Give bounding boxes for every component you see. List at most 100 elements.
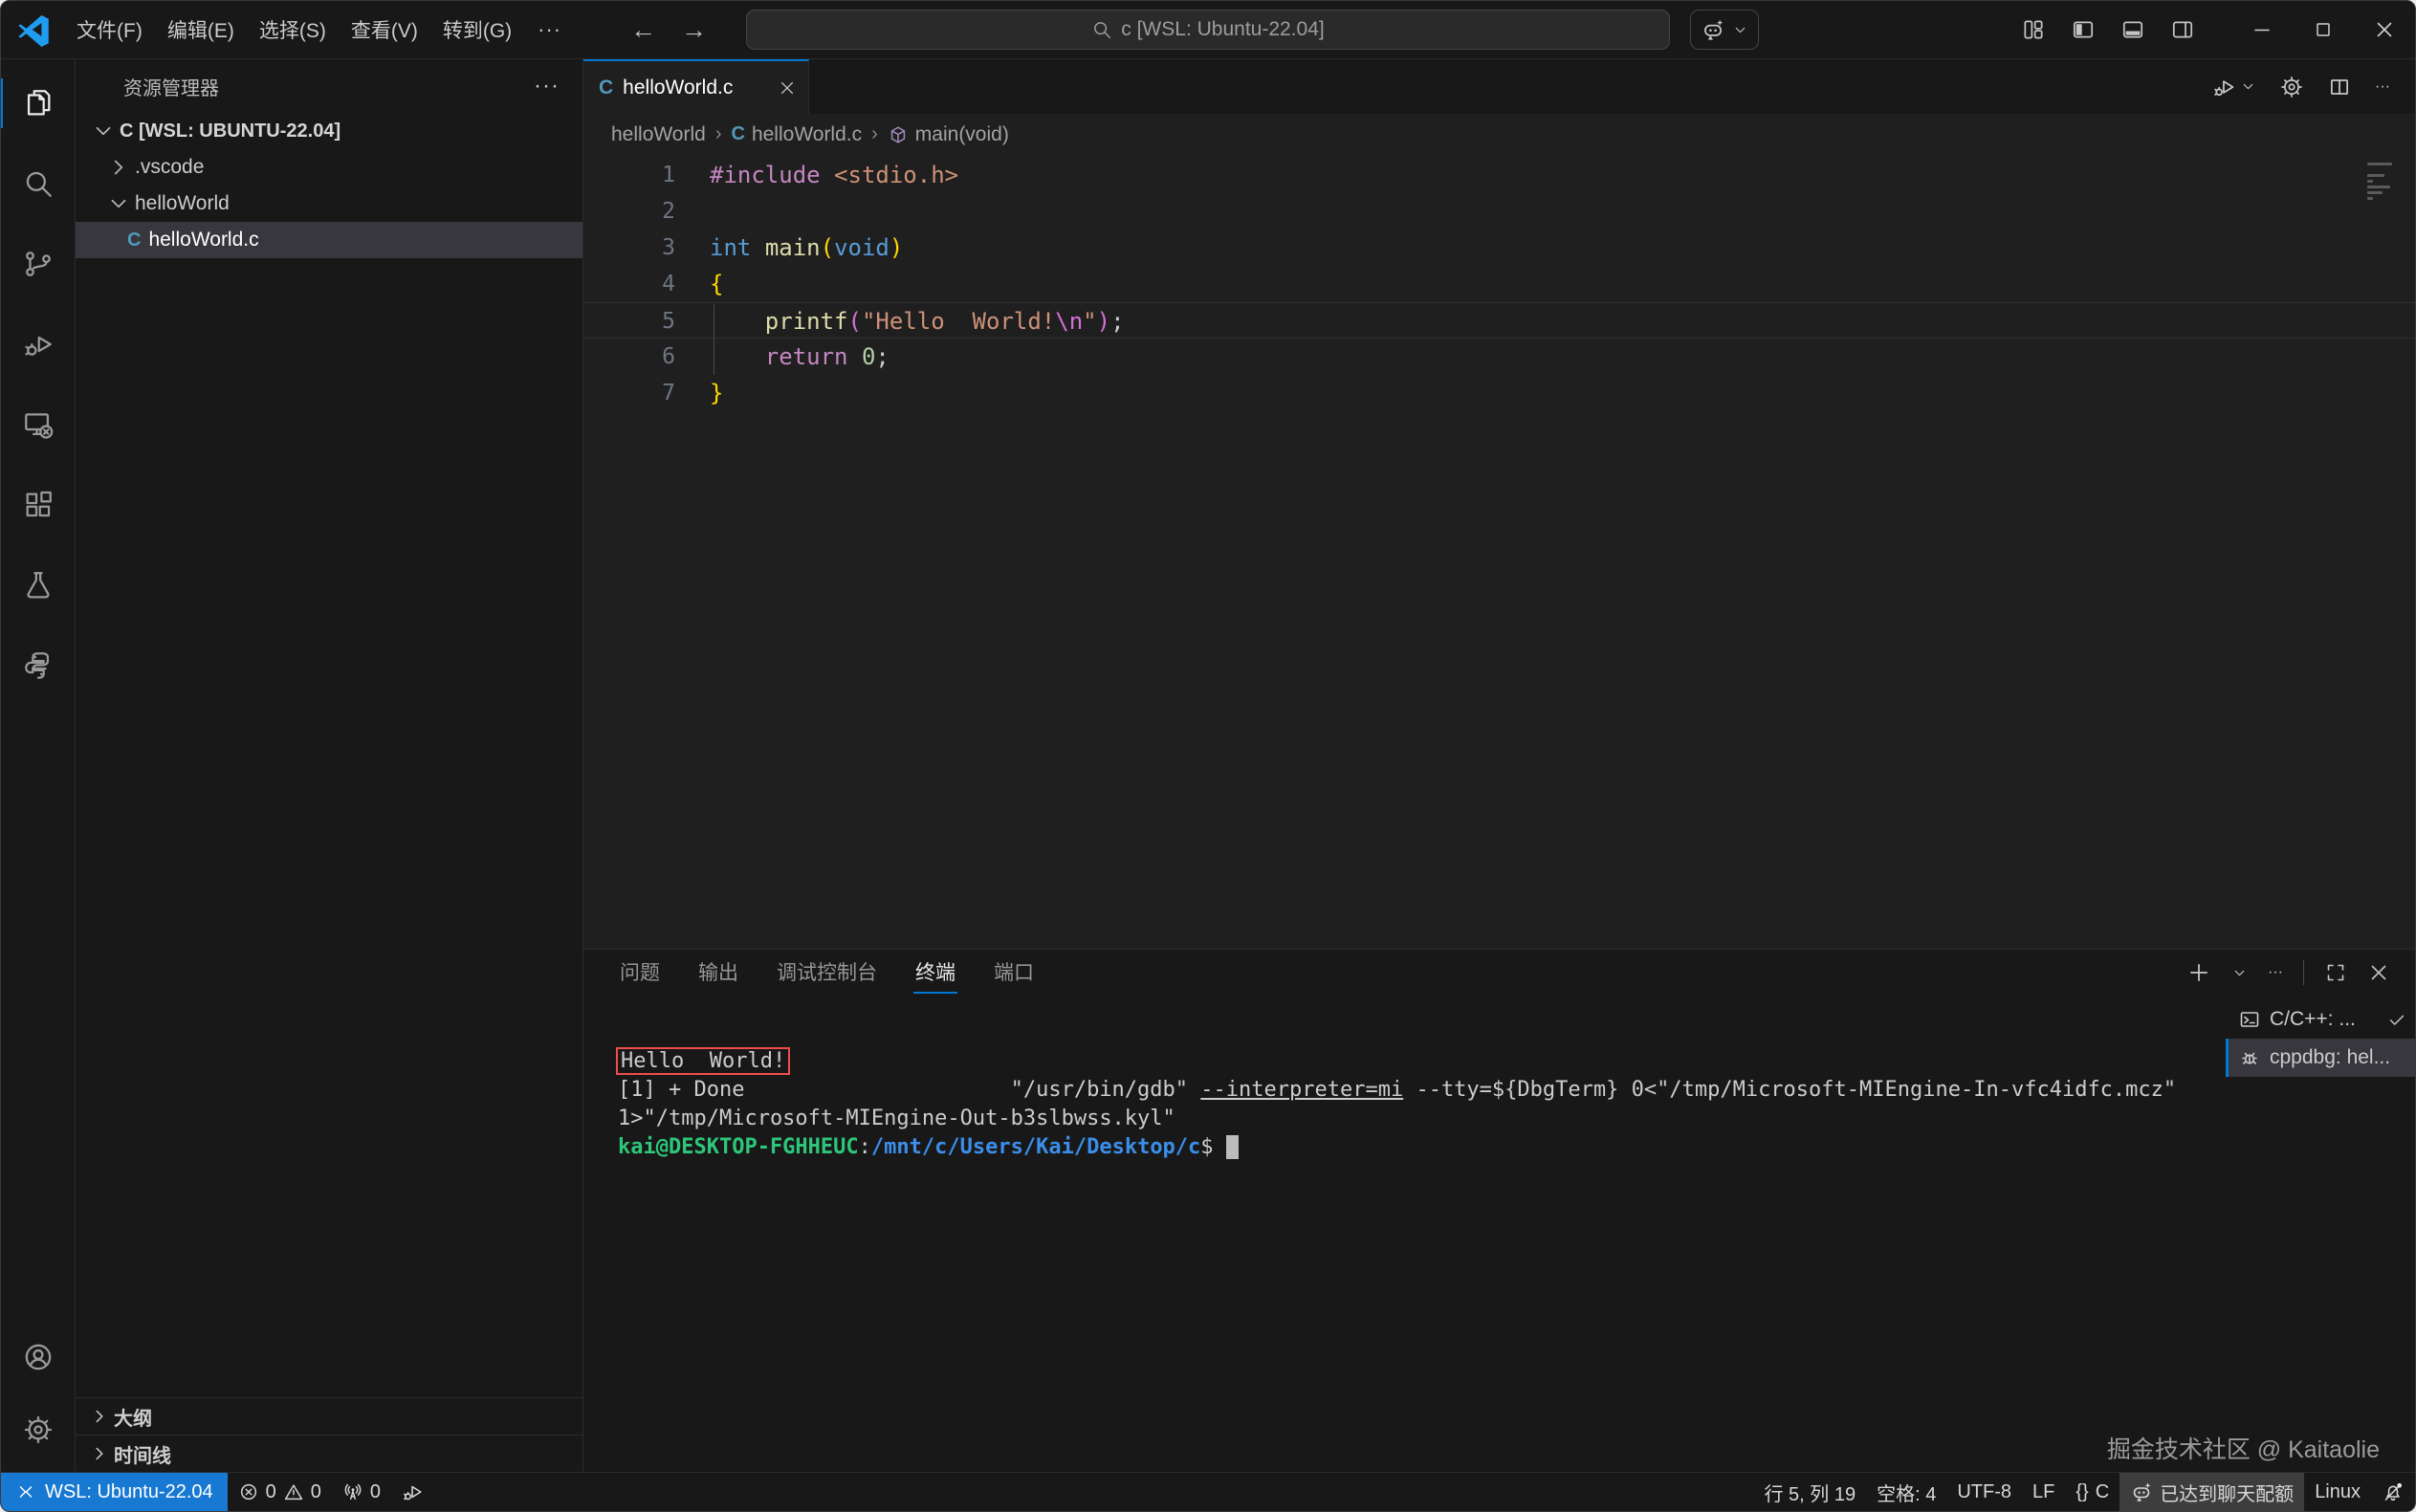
tree-item-c-wsl-ubuntu-22-04-[interactable]: C [WSL: UBUNTU-22.04] [76,113,582,149]
toggle-panel-icon[interactable] [2120,17,2145,42]
gear-icon[interactable] [2279,75,2304,99]
close-tab-icon[interactable] [778,78,797,98]
section-大纲[interactable]: 大纲 [76,1397,582,1435]
activity-source-control[interactable] [1,224,75,304]
code-line-3[interactable]: 3int main(void) [583,230,2415,266]
problems-indicator[interactable]: 0 0 [228,1473,332,1511]
forward-icon[interactable]: → [681,15,707,45]
terminal-dropdown-icon[interactable] [2231,965,2248,981]
eol[interactable]: LF [2022,1473,2065,1511]
copilot-status-button[interactable] [1690,10,1759,50]
section-label: 大纲 [114,1403,152,1431]
terminal-output[interactable]: Hello World![1] + Done "/usr/bin/gdb" --… [583,996,2226,1472]
remote-indicator[interactable]: WSL: Ubuntu-22.04 [1,1473,228,1511]
code-line-5[interactable]: 5 printf("Hello World!\n"); [583,302,2415,339]
titlebar-right [2021,2,2415,58]
code-line-6[interactable]: 6 return 0; [583,339,2415,375]
panel-tabs: 问题输出调试控制台终端端口 [618,952,1036,994]
token [710,308,765,335]
line-number: 4 [583,266,675,302]
cursor-position[interactable]: 行 5, 列 19 [1754,1473,1867,1511]
back-icon[interactable]: ← [630,15,656,45]
tab-helloworld-c[interactable]: C helloWorld.c [583,59,809,114]
tree-item-label: .vscode [135,156,204,179]
menu-编辑(E)[interactable]: 编辑(E) [155,9,247,51]
minimap[interactable] [2367,163,2396,200]
toggle-secondary-sidebar-icon[interactable] [2170,17,2195,42]
toggle-sidebar-icon[interactable] [2071,17,2096,42]
panel-tab-输出[interactable]: 输出 [696,952,740,994]
section-时间线[interactable]: 时间线 [76,1435,582,1472]
line-number: 7 [583,375,675,411]
run-debug-file-button[interactable] [2212,75,2256,99]
terminal-instance-cppdbg-hel-[interactable]: cppdbg: hel... [2226,1039,2415,1077]
breadcrumb-item[interactable]: main(void) [888,123,1009,146]
menu-文件(F)[interactable]: 文件(F) [64,9,155,51]
code-line-7[interactable]: 7} [583,375,2415,411]
annotation-box: Hello World! [618,1049,788,1073]
menu-查看(V)[interactable]: 查看(V) [339,9,430,51]
notifications[interactable] [2371,1473,2415,1511]
token: void [834,234,890,261]
panel-tab-调试控制台[interactable]: 调试控制台 [775,952,879,994]
debug-indicator[interactable] [391,1473,435,1511]
command-center-search[interactable]: c [WSL: Ubuntu-22.04] [746,10,1670,50]
token: { [710,271,723,297]
customize-layout-icon[interactable] [2021,17,2046,42]
editor-more-actions[interactable]: ··· [2375,78,2390,96]
terminal-instance-C-C-[interactable]: C/C++: ... [2226,1000,2415,1039]
activity-run-debug[interactable] [1,304,75,384]
activity-search[interactable] [1,143,75,224]
activity-files[interactable] [1,63,75,143]
code-line-1[interactable]: 1#include <stdio.h> [583,157,2415,193]
maximize-panel-icon[interactable] [2324,961,2347,984]
menu-选择(S)[interactable]: 选择(S) [247,9,339,51]
close-window-button[interactable] [2354,2,2415,58]
cursor-position-label: 行 5, 列 19 [1765,1479,1856,1506]
breadcrumb-item[interactable]: helloWorld [611,123,706,146]
encoding-label: UTF-8 [1957,1481,2011,1503]
line-number: 2 [583,193,675,230]
menu-overflow-button[interactable]: ··· [524,17,575,42]
tree-item-helloworld[interactable]: helloWorld [76,186,582,222]
encoding[interactable]: UTF-8 [1946,1473,2022,1511]
token [751,234,764,261]
indentation[interactable]: 空格: 4 [1866,1473,1946,1511]
explorer-more-actions[interactable]: ··· [534,73,560,99]
tree-item-helloworld-c[interactable]: ChelloWorld.c [76,222,582,258]
copilot-quota[interactable]: 已达到聊天配额 [2119,1473,2304,1511]
os-indicator[interactable]: Linux [2304,1473,2371,1511]
code-line-2[interactable]: 2 [583,193,2415,230]
explorer-sidebar: 资源管理器 ··· C [WSL: UBUNTU-22.04].vscodehe… [76,59,583,1472]
panel-tab-端口[interactable]: 端口 [992,952,1036,994]
activity-remote-explorer[interactable] [1,384,75,465]
remote-explorer-icon [22,408,55,441]
panel-tab-问题[interactable]: 问题 [618,952,662,994]
language-mode[interactable]: {} C [2065,1473,2119,1511]
code-line-4[interactable]: 4{ [583,266,2415,302]
minimize-button[interactable] [2231,2,2293,58]
panel-tab-终端[interactable]: 终端 [913,952,957,994]
ports-indicator[interactable]: 0 [332,1473,391,1511]
token: printf [765,308,848,335]
activity-account[interactable] [1,1321,75,1393]
panel-more-actions[interactable]: ··· [2268,964,2283,981]
tree-item--vscode[interactable]: .vscode [76,149,582,186]
new-terminal-icon[interactable] [2186,960,2211,985]
chevron-down-icon [91,119,116,143]
menu-转到(G)[interactable]: 转到(G) [430,9,524,51]
breadcrumb-item[interactable]: ChelloWorld.c [732,123,863,146]
activity-extensions[interactable] [1,465,75,545]
minimap-line [2367,174,2384,177]
token: ) [890,234,903,261]
breadcrumb-separator: › [871,123,878,145]
remote-icon [15,1481,36,1502]
split-editor-icon[interactable] [2327,75,2352,99]
close-panel-icon[interactable] [2367,961,2390,984]
code-editor[interactable]: 1#include <stdio.h>23int main(void)4{5 p… [583,155,2415,949]
line-number: 6 [583,339,675,375]
activity-settings[interactable] [1,1393,75,1466]
activity-python[interactable] [1,625,75,706]
activity-testing[interactable] [1,545,75,625]
maximize-button[interactable] [2293,2,2354,58]
